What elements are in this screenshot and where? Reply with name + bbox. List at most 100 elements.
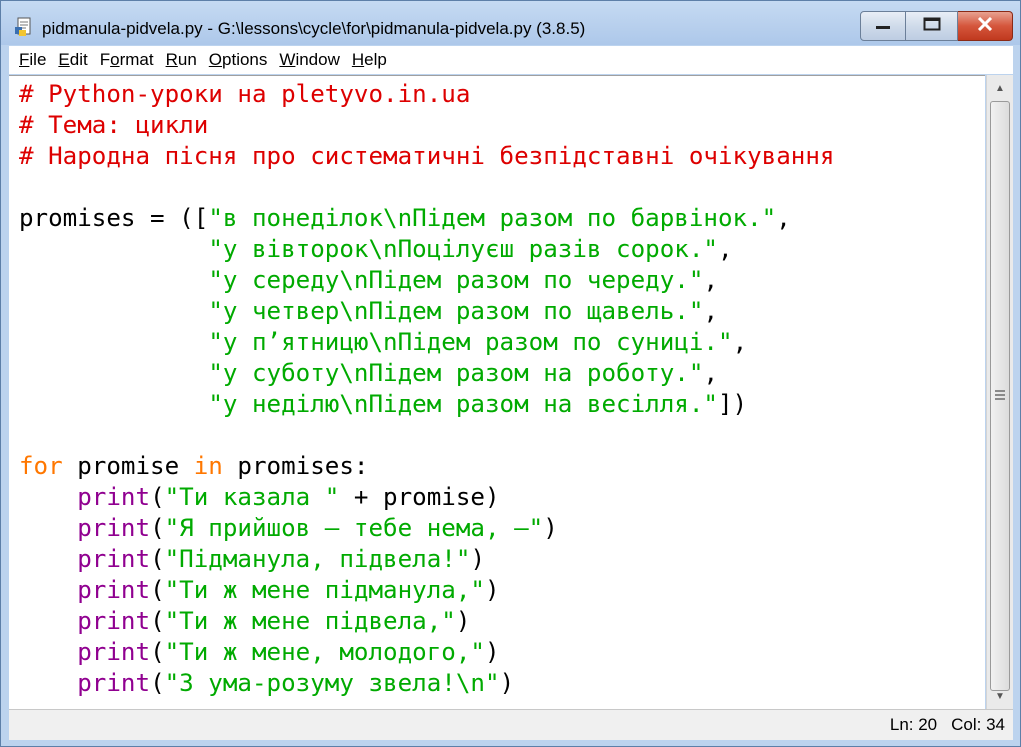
code-token: ( bbox=[150, 545, 165, 573]
code-editor[interactable]: # Python-уроки на pletyvo.in.ua # Тема: ц… bbox=[9, 75, 985, 709]
code-token: ( bbox=[150, 483, 165, 511]
code-token-string: "у вівторок\nПоцілуєш разів сорок." bbox=[208, 235, 718, 263]
code-line[interactable]: print("Ти ж мене, молодого,") bbox=[19, 637, 834, 668]
menu-item-4[interactable]: Options bbox=[209, 50, 268, 70]
code-token: ) bbox=[470, 545, 485, 573]
code-token-string: "З ума-розуму звела!\n" bbox=[164, 669, 500, 697]
scroll-down-arrow-icon: ▼ bbox=[995, 690, 1005, 702]
menu-item-5[interactable]: Window bbox=[279, 50, 339, 70]
code-line[interactable]: "у п’ятницю\nПідем разом по суниці.", bbox=[19, 327, 834, 358]
vertical-scrollbar[interactable]: ▲ ▼ bbox=[986, 75, 1013, 709]
code-token: promise bbox=[62, 452, 194, 480]
code-token-string: "Ти ж мене, молодого," bbox=[164, 638, 485, 666]
code-token-string: "у суботу\nПідем разом на роботу." bbox=[208, 359, 704, 387]
code-line[interactable]: print("Підманула, підвела!") bbox=[19, 544, 834, 575]
code-token-builtin: print bbox=[77, 607, 151, 635]
scrollbar-grip-icon bbox=[995, 390, 1005, 400]
idle-python-file-icon[interactable] bbox=[14, 17, 34, 37]
maximize-button[interactable] bbox=[906, 11, 958, 41]
code-line[interactable]: "у вівторок\nПоцілуєш разів сорок.", bbox=[19, 234, 834, 265]
code-token: ) bbox=[499, 669, 515, 697]
code-token-builtin: print bbox=[77, 669, 151, 697]
code-line[interactable]: print("Я прийшов – тебе нема, –") bbox=[19, 513, 834, 544]
scrollbar-thumb[interactable] bbox=[990, 101, 1010, 691]
code-token-keyword: in bbox=[193, 452, 223, 480]
scroll-up-button[interactable]: ▲ bbox=[987, 77, 1013, 99]
code-token-comment: # Тема: цикли bbox=[19, 111, 209, 139]
code-line[interactable]: print("Ти казала " + promise) bbox=[19, 482, 834, 513]
code-token: ( bbox=[150, 669, 165, 697]
idle-editor-window: pidmanula-pidvela.py - G:\lessons\cycle\… bbox=[0, 0, 1021, 747]
code-token-builtin: print bbox=[77, 638, 151, 666]
code-token-string: "Я прийшов – тебе нема, –" bbox=[164, 514, 544, 542]
code-line[interactable]: "у середу\nПідем разом по череду.", bbox=[19, 265, 834, 296]
code-token: , bbox=[703, 266, 718, 294]
code-line[interactable]: print("Ти ж мене підвела,") bbox=[19, 606, 834, 637]
code-line[interactable] bbox=[19, 172, 834, 203]
code-line[interactable]: # Python-уроки на pletyvo.in.ua bbox=[19, 79, 834, 110]
code-token: ) bbox=[485, 638, 500, 666]
minimize-button[interactable] bbox=[860, 11, 906, 41]
code-token: , bbox=[732, 328, 748, 356]
code-token-comment: # Народна пісня про систематичні безпідс… bbox=[19, 142, 835, 170]
code-token: ) bbox=[455, 607, 471, 635]
code-token: , bbox=[703, 359, 718, 387]
code-token: ) bbox=[543, 514, 558, 542]
window-title: pidmanula-pidvela.py - G:\lessons\cycle\… bbox=[42, 19, 586, 38]
code-line[interactable]: for promise in promises: bbox=[19, 451, 834, 482]
title-bar[interactable]: pidmanula-pidvela.py - G:\lessons\cycle\… bbox=[1, 1, 1020, 45]
code-token-string: "Підманула, підвела!" bbox=[164, 545, 471, 573]
code-token-string: "Ти казала " bbox=[164, 483, 340, 511]
close-button[interactable] bbox=[958, 11, 1013, 41]
code-token-comment: # Python-уроки на pletyvo.in.ua bbox=[19, 80, 471, 108]
column-number-status: Col: 34 bbox=[951, 715, 1005, 734]
code-token-string: "у п’ятницю\nПідем разом по суниці." bbox=[208, 328, 733, 356]
code-token-string: "в понеділок\nПідем разом по барвінок." bbox=[208, 204, 777, 232]
code-line[interactable]: # Тема: цикли bbox=[19, 110, 834, 141]
code-line[interactable]: # Народна пісня про систематичні безпідс… bbox=[19, 141, 834, 172]
code-token: ( bbox=[150, 607, 165, 635]
code-line[interactable]: print("З ума-розуму звела!\n") bbox=[19, 668, 834, 699]
code-line[interactable]: promises = (["в понеділок\nПідем разом п… bbox=[19, 203, 834, 234]
code-token-string: "Ти ж мене підвела," bbox=[164, 607, 456, 635]
maximize-icon bbox=[923, 17, 941, 36]
code-token-builtin: print bbox=[77, 545, 151, 573]
menu-item-2[interactable]: Format bbox=[100, 50, 154, 70]
code-line[interactable]: "у четвер\nПідем разом по щавель.", bbox=[19, 296, 834, 327]
code-line[interactable]: "у неділю\nПідем разом на весілля."]) bbox=[19, 389, 834, 420]
minimize-icon bbox=[875, 17, 891, 35]
code-token: + promise) bbox=[339, 483, 500, 511]
code-text[interactable]: # Python-уроки на pletyvo.in.ua # Тема: ц… bbox=[19, 79, 834, 699]
code-token-builtin: print bbox=[77, 576, 151, 604]
code-line[interactable]: "у суботу\nПідем разом на роботу.", bbox=[19, 358, 834, 389]
code-line[interactable]: print("Ти ж мене підманула,") bbox=[19, 575, 834, 606]
menu-item-3[interactable]: Run bbox=[166, 50, 197, 70]
code-token: , bbox=[776, 204, 791, 232]
menu-item-1[interactable]: Edit bbox=[58, 50, 87, 70]
code-token: ( bbox=[150, 638, 165, 666]
code-token: promises: bbox=[222, 452, 369, 480]
code-token-string: "у неділю\nПідем разом на весілля." bbox=[208, 390, 718, 418]
code-token-builtin: print bbox=[77, 483, 151, 511]
scroll-down-button[interactable]: ▼ bbox=[987, 685, 1013, 707]
scroll-up-arrow-icon: ▲ bbox=[995, 82, 1005, 94]
menu-item-0[interactable]: File bbox=[19, 50, 46, 70]
code-line[interactable] bbox=[19, 420, 834, 451]
menu-item-6[interactable]: Help bbox=[352, 50, 387, 70]
code-token-keyword: for bbox=[19, 452, 63, 480]
code-token-string: "у четвер\nПідем разом по щавель." bbox=[208, 297, 704, 325]
menu-bar: File Edit Format Run Options Window Help bbox=[9, 46, 1013, 74]
